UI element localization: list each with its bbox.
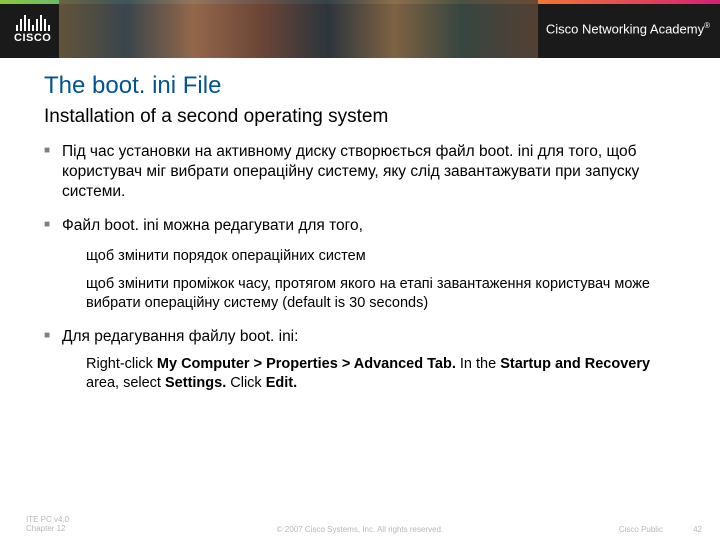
bullet-item: Для редагування файлу boot. ini: Right-c… <box>44 327 680 393</box>
sub-bullet-list: щоб змінити порядок операційних систем щ… <box>62 247 680 314</box>
slide-content: The boot. ini File Installation of a sec… <box>0 58 720 393</box>
cisco-logo-text: CISCO <box>14 32 51 44</box>
edit-instructions: Right-click My Computer > Properties > A… <box>62 355 680 393</box>
bullet-item: Під час установки на активному диску ств… <box>44 142 680 202</box>
slide-header: CISCO Cisco Networking Academy® <box>0 0 720 58</box>
footer-chapter: Chapter 12 <box>26 524 69 534</box>
bullet-list: Під час установки на активному диску ств… <box>44 142 680 393</box>
bullet-item: Файл boot. ini можна редагувати для того… <box>44 216 680 313</box>
cisco-logo-icon <box>16 15 50 31</box>
footer-page-number: 42 <box>693 525 702 534</box>
footer-course: ITE PC v4.0 <box>26 515 69 525</box>
footer-left: ITE PC v4.0 Chapter 12 <box>26 515 69 534</box>
sub-bullet-item: щоб змінити проміжок часу, протягом яког… <box>62 275 680 313</box>
bullet-text: Для редагування файлу boot. ini: <box>62 328 298 345</box>
slide-subtitle: Installation of a second operating syste… <box>44 106 680 128</box>
academy-label: Cisco Networking Academy® <box>546 21 710 36</box>
slide-title: The boot. ini File <box>44 72 680 100</box>
cisco-logo: CISCO <box>14 15 51 44</box>
footer-classification: Cisco Public <box>619 525 663 534</box>
sub-bullet-item: щоб змінити порядок операційних систем <box>62 247 680 266</box>
bullet-text: Файл boot. ini можна редагувати для того… <box>62 217 363 234</box>
slide-footer: ITE PC v4.0 Chapter 12 © 2007 Cisco Syst… <box>0 515 720 534</box>
footer-copyright: © 2007 Cisco Systems, Inc. All rights re… <box>277 525 443 534</box>
header-photo-strip <box>59 0 538 58</box>
instruction-text: Right-click My Computer > Properties > A… <box>62 355 680 393</box>
footer-right: Cisco Public 42 <box>591 525 702 534</box>
